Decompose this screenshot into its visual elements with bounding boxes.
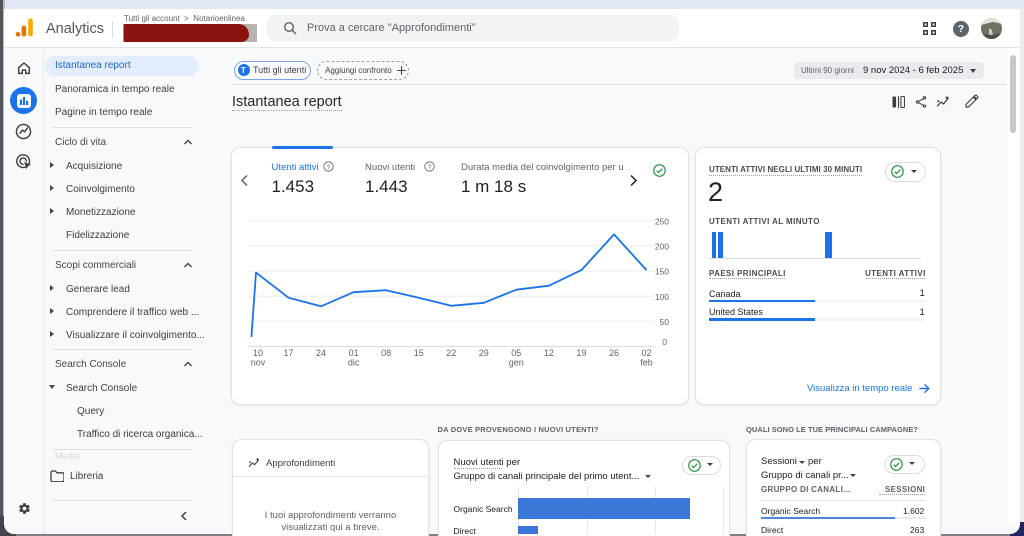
svg-text:19: 19 bbox=[576, 348, 586, 358]
svg-text:feb: feb bbox=[640, 357, 653, 367]
svg-text:29: 29 bbox=[479, 348, 489, 358]
svg-text:200: 200 bbox=[655, 241, 669, 251]
svg-text:12: 12 bbox=[544, 348, 554, 358]
svg-text:150: 150 bbox=[655, 266, 669, 276]
svg-text:15: 15 bbox=[414, 348, 424, 358]
svg-text:nov: nov bbox=[251, 357, 266, 367]
svg-text:05: 05 bbox=[511, 348, 521, 358]
svg-text:250: 250 bbox=[655, 216, 669, 226]
svg-text:10: 10 bbox=[253, 348, 263, 358]
svg-text:50: 50 bbox=[660, 316, 670, 326]
svg-text:0: 0 bbox=[662, 337, 667, 347]
svg-text:gen: gen bbox=[509, 357, 524, 367]
svg-text:22: 22 bbox=[446, 348, 456, 358]
svg-text:17: 17 bbox=[283, 348, 293, 358]
svg-text:08: 08 bbox=[381, 348, 391, 358]
svg-text:01: 01 bbox=[349, 348, 359, 358]
svg-text:dic: dic bbox=[348, 357, 360, 367]
svg-text:02: 02 bbox=[641, 348, 651, 358]
svg-text:26: 26 bbox=[609, 348, 619, 358]
svg-text:24: 24 bbox=[316, 348, 326, 358]
svg-text:100: 100 bbox=[655, 291, 669, 301]
